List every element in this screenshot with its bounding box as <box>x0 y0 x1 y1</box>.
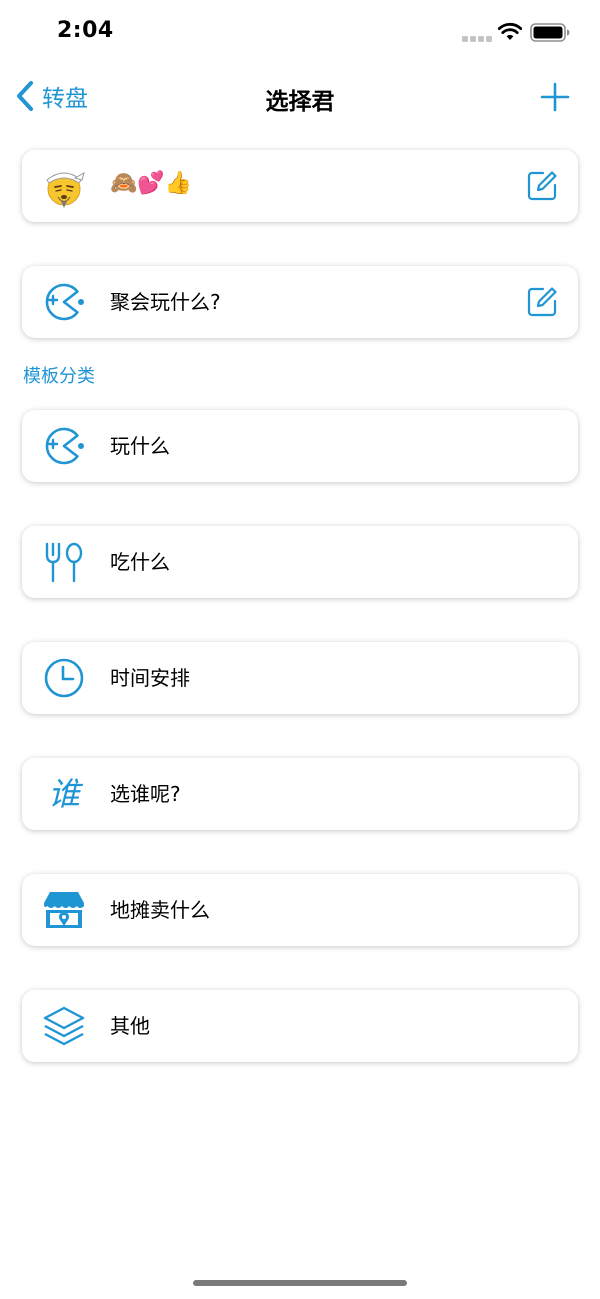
clock-icon <box>42 656 86 700</box>
category-label: 玩什么 <box>110 434 170 458</box>
navigation-bar: 转盘 选择君 <box>0 66 600 128</box>
pacman-game-icon <box>42 280 86 324</box>
category-play[interactable]: 玩什么 <box>22 410 578 482</box>
category-schedule[interactable]: 时间安排 <box>22 642 578 714</box>
saved-wheel-card-1[interactable]: 🙈💕👍 <box>22 150 578 222</box>
category-street-stall[interactable]: 地摊卖什么 <box>22 874 578 946</box>
category-label: 选谁呢? <box>110 782 181 806</box>
category-other[interactable]: 其他 <box>22 990 578 1062</box>
shop-stall-icon <box>42 888 86 932</box>
card-label: 🙈💕👍 <box>110 171 193 196</box>
category-choose-who[interactable]: 谁 选谁呢? <box>22 758 578 830</box>
card-label: 聚会玩什么? <box>110 290 221 314</box>
wifi-icon <box>498 22 522 40</box>
category-label: 其他 <box>110 1014 150 1038</box>
plus-icon <box>540 82 570 112</box>
section-header-template-categories: 模板分类 <box>23 366 95 387</box>
status-bar: 2:04 <box>0 0 600 66</box>
category-label: 吃什么 <box>110 550 170 574</box>
saved-wheel-card-2[interactable]: 聚会玩什么? <box>22 266 578 338</box>
edit-icon[interactable] <box>526 170 558 202</box>
who-character-icon: 谁 <box>47 775 80 813</box>
cellular-signal-icon <box>462 36 492 42</box>
edit-icon[interactable] <box>526 286 558 318</box>
add-button[interactable] <box>539 81 571 113</box>
battery-icon <box>530 23 570 42</box>
home-indicator[interactable] <box>193 1280 407 1286</box>
category-label: 地摊卖什么 <box>110 898 210 922</box>
status-time: 2:04 <box>57 18 114 43</box>
layers-icon <box>42 1004 86 1048</box>
category-eat[interactable]: 吃什么 <box>22 526 578 598</box>
sage-face-icon <box>42 164 86 208</box>
category-label: 时间安排 <box>110 666 190 690</box>
fork-spoon-icon <box>42 540 86 584</box>
page-title: 选择君 <box>265 89 335 115</box>
pacman-game-icon <box>42 424 86 468</box>
